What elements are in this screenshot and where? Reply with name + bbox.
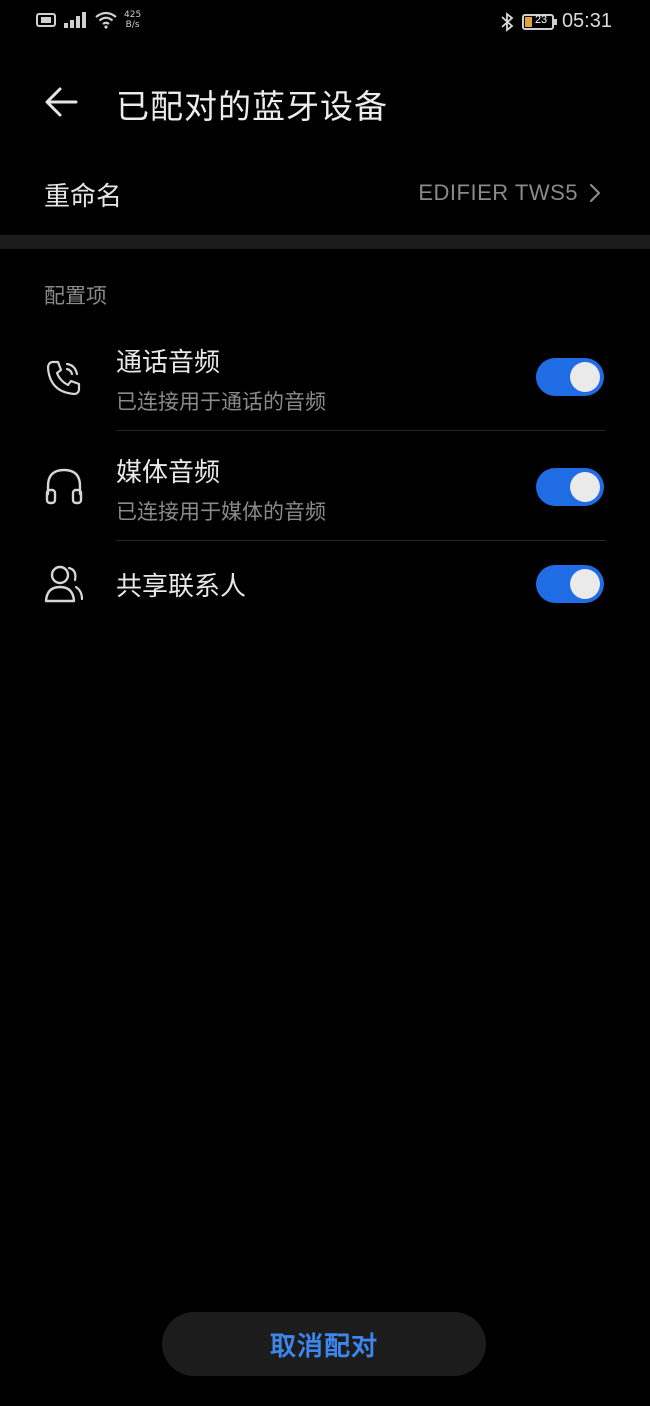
section-divider xyxy=(0,235,650,249)
setting-title: 共享联系人 xyxy=(116,572,247,602)
setting-subtitle: 已连接用于媒体的音频 xyxy=(116,500,326,524)
call-audio-toggle[interactable] xyxy=(536,358,604,396)
page-title: 已配对的蓝牙设备 xyxy=(116,87,388,126)
battery-level: 23 xyxy=(534,13,548,26)
toggle-knob xyxy=(570,472,600,502)
battery-nub xyxy=(553,18,557,25)
setting-row-share-contacts[interactable]: 共享联系人 xyxy=(0,550,650,620)
signal-icon xyxy=(64,12,86,28)
toggle-knob xyxy=(570,569,600,599)
network-speed: 425 B/s xyxy=(124,10,141,30)
battery-icon: 23 xyxy=(521,13,557,30)
status-time: 05:31 xyxy=(561,10,612,32)
chevron-right-icon xyxy=(589,183,601,203)
headphones-icon xyxy=(45,468,83,505)
setting-row-call-audio[interactable]: 通话音频 已连接用于通话的音频 xyxy=(0,330,650,431)
share-contacts-toggle[interactable] xyxy=(536,565,604,603)
row-divider xyxy=(116,540,606,541)
phone-icon xyxy=(46,360,81,396)
rename-row[interactable]: 重命名 EDIFIER TWS5 xyxy=(0,152,650,234)
setting-title: 通话音频 xyxy=(116,348,221,378)
setting-row-media-audio[interactable]: 媒体音频 已连接用于媒体的音频 xyxy=(0,440,650,541)
wifi-icon xyxy=(95,11,117,29)
setting-subtitle: 已连接用于通话的音频 xyxy=(116,390,326,414)
device-name-value: EDIFIER TWS5 xyxy=(418,180,578,205)
status-left: 425 B/s xyxy=(36,10,141,30)
network-speed-unit: B/s xyxy=(125,20,140,30)
back-button[interactable] xyxy=(38,78,86,126)
rename-label: 重命名 xyxy=(44,182,123,212)
unpair-button[interactable]: 取消配对 xyxy=(162,1312,486,1376)
section-label: 配置项 xyxy=(44,284,107,308)
bluetooth-icon xyxy=(501,11,514,32)
setting-title: 媒体音频 xyxy=(116,458,221,488)
network-speed-value: 425 xyxy=(124,10,142,20)
header: 已配对的蓝牙设备 xyxy=(0,60,650,144)
contacts-icon xyxy=(44,565,84,603)
status-right: 23 05:31 xyxy=(500,10,612,33)
media-audio-toggle[interactable] xyxy=(536,468,604,506)
sim-card-icon xyxy=(36,13,56,27)
back-arrow-icon xyxy=(45,87,78,117)
status-bar: 425 B/s 23 05:31 xyxy=(0,0,650,48)
row-divider xyxy=(116,430,606,431)
battery-fill xyxy=(524,16,532,27)
toggle-knob xyxy=(570,362,600,392)
